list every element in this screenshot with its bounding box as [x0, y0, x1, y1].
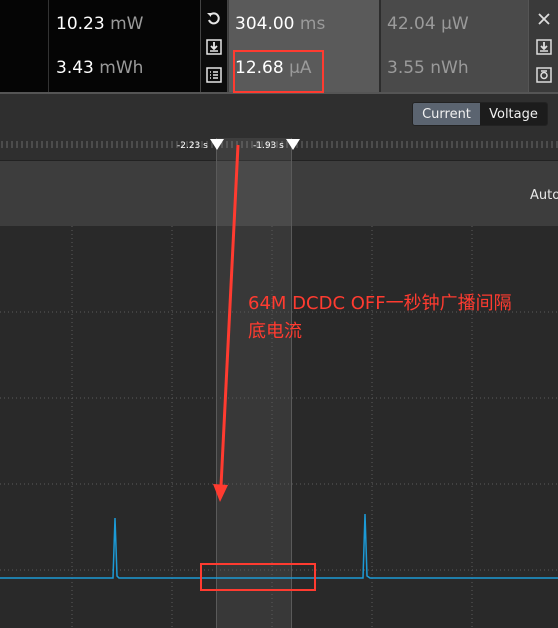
annotation-arrow-line [219, 144, 240, 487]
annotation-text-line2: 底电流 [248, 321, 302, 342]
highlight-box-baseline [200, 563, 316, 591]
annotation-text-line1: 64M DCDC OFF一秒钟广播间隔 [248, 293, 512, 314]
annotation-arrow-head [213, 484, 228, 502]
highlight-box-current-value [233, 50, 324, 93]
